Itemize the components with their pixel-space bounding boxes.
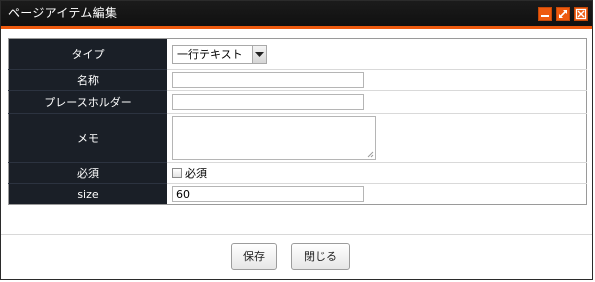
minimize-icon [541,15,549,17]
resize-grip-icon[interactable] [367,151,374,158]
type-label: タイプ [8,38,167,70]
type-select-value: 一行テキスト [177,47,243,61]
required-checkbox-label: 必須 [185,167,207,180]
form-row-type: タイプ 一行テキスト [8,38,587,70]
required-checkbox[interactable] [172,168,182,178]
minimize-button[interactable] [538,7,552,21]
form-row-memo: メモ [8,113,587,163]
maximize-button[interactable] [556,7,570,21]
required-checkbox-wrap[interactable]: 必須 [172,165,207,181]
dropdown-arrow[interactable] [252,45,266,63]
item-form: タイプ 一行テキスト 名称 プレースホルダー メモ 必須 必須 size 60 [8,38,587,205]
name-input[interactable] [172,72,364,88]
memo-textarea[interactable] [172,116,376,160]
close-icon [575,8,587,20]
form-row-placeholder: プレースホルダー [8,90,587,114]
close-button[interactable]: 閉じる [291,243,350,270]
placeholder-input[interactable] [172,94,364,110]
size-input[interactable] [172,186,364,202]
required-label: 必須 [8,162,167,184]
expand-icon [559,10,567,18]
title-bar[interactable]: ページアイテム編集 [1,1,592,29]
form-row-name: 名称 [8,69,587,91]
size-label: size [8,183,167,205]
save-button[interactable]: 保存 [231,243,277,270]
form-row-size: size [8,183,587,205]
edit-page-item-dialog: ページアイテム編集 タイプ 一行テキスト 名称 プレースホルダー メモ 必須 必… [0,0,593,280]
dialog-footer: 保存 閉じる [1,235,592,279]
type-select[interactable]: 一行テキスト [172,44,267,64]
name-label: 名称 [8,69,167,91]
placeholder-label: プレースホルダー [8,90,167,114]
dialog-title: ページアイテム編集 [8,6,118,20]
close-window-button[interactable] [574,7,588,21]
memo-label: メモ [8,113,167,163]
dialog-content: タイプ 一行テキスト 名称 プレースホルダー メモ 必須 必須 size 60 [1,29,592,235]
chevron-down-icon [255,51,264,57]
form-row-required: 必須 必須 [8,162,587,184]
